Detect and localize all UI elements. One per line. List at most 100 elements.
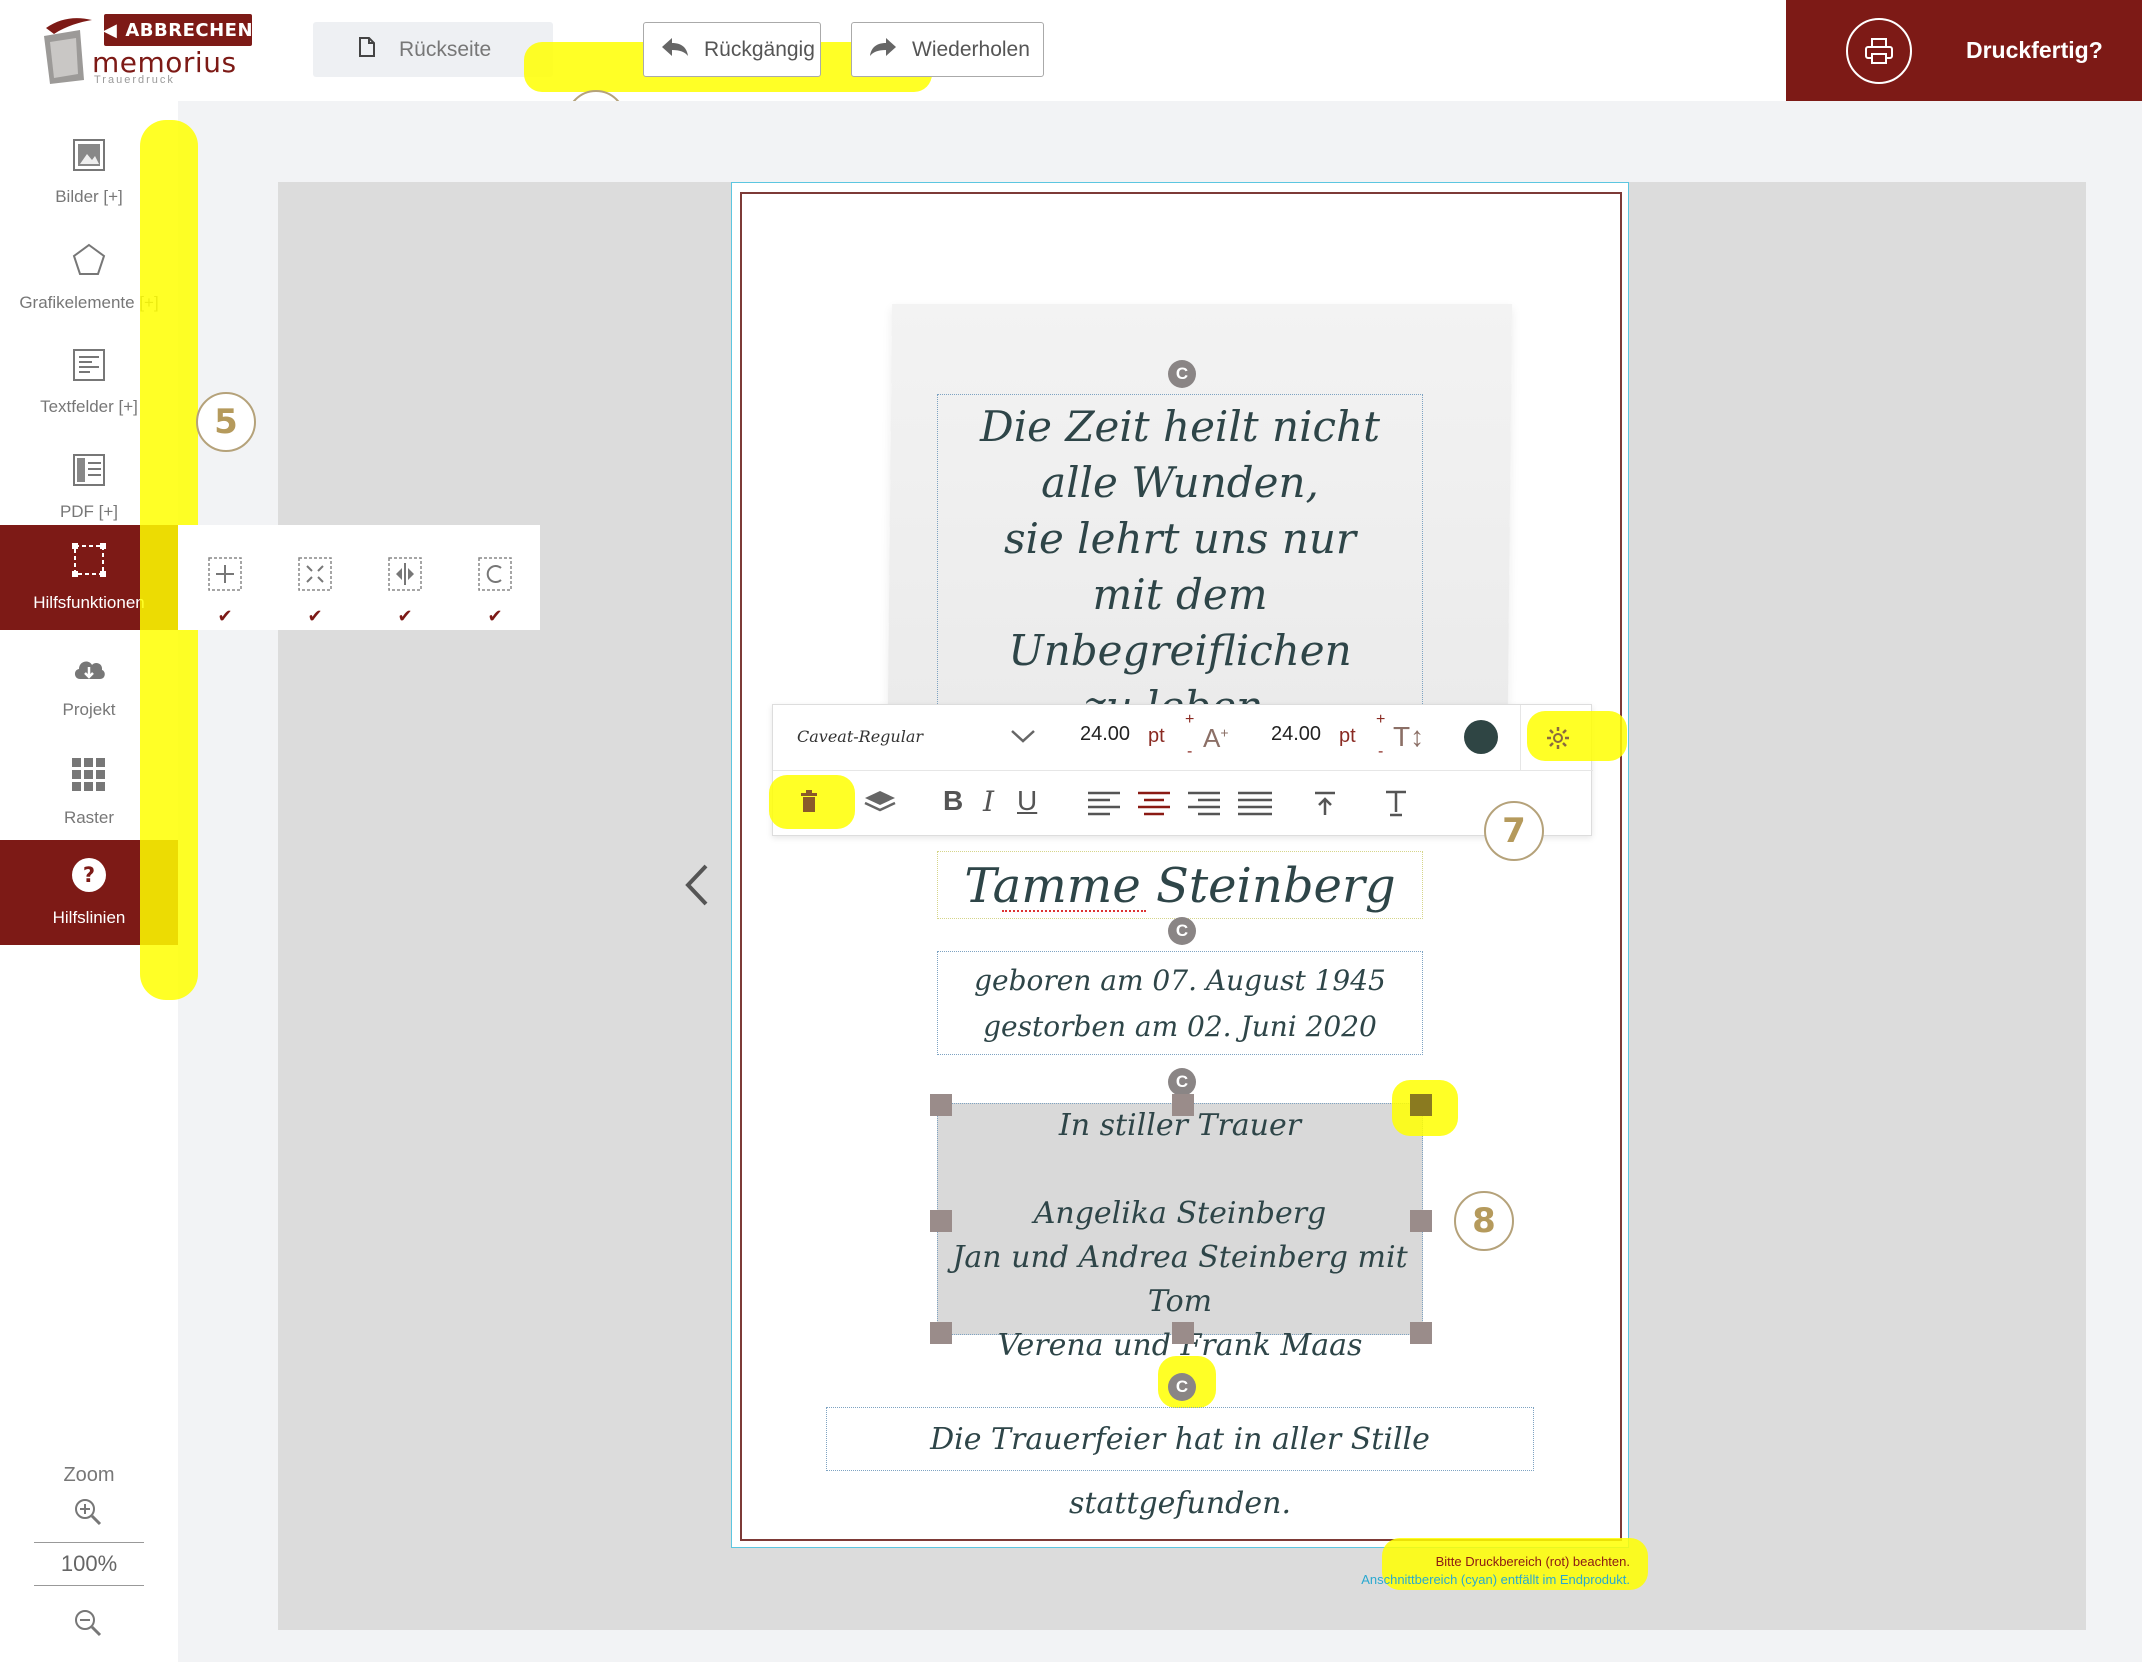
redo-label: Wiederholen xyxy=(912,37,1030,61)
cloud-download-icon xyxy=(71,655,107,690)
font-size-increase[interactable]: + xyxy=(1185,711,1194,729)
check-icon: ✔ xyxy=(487,606,503,626)
highlight-settings xyxy=(1527,711,1627,761)
annotation-badge-7: 7 xyxy=(1484,801,1544,861)
rotate-handle-icon[interactable]: C xyxy=(1168,360,1196,388)
mourners-textbox-selected[interactable]: In stiller Trauer Angelika Steinberg Jan… xyxy=(937,1103,1423,1363)
align-justify-icon[interactable] xyxy=(1238,791,1272,822)
birth-date-line: geboren am 07. August 1945 xyxy=(974,964,1386,997)
bold-button[interactable]: B xyxy=(943,785,963,817)
font-select[interactable]: Caveat-Regular xyxy=(797,727,923,746)
mourners-line: Angelika Steinberg xyxy=(1033,1196,1327,1231)
zoom-out-icon[interactable] xyxy=(73,1608,103,1643)
logo-icon xyxy=(40,14,94,91)
font-size-decrease[interactable]: - xyxy=(1187,743,1192,761)
resize-handle-ml[interactable] xyxy=(930,1210,952,1232)
pdf-layout-icon xyxy=(72,453,106,492)
sidebar-item-label: Bilder [+] xyxy=(55,187,123,206)
line-height-increase[interactable]: + xyxy=(1376,711,1385,729)
gear-icon[interactable] xyxy=(1545,725,1571,756)
redo-icon xyxy=(868,36,898,64)
line-height-unit: pt xyxy=(1339,725,1356,747)
resize-handle-tl[interactable] xyxy=(930,1094,952,1116)
resize-handle-br[interactable] xyxy=(1410,1322,1432,1344)
sidebar-item-label: Hilfslinien xyxy=(52,908,126,927)
move-tool-toggle[interactable]: ✔ xyxy=(205,555,245,626)
spellcheck-underline xyxy=(1002,906,1146,912)
quote-line: sie lehrt uns nur xyxy=(1003,514,1357,563)
font-size-unit: pt xyxy=(1148,725,1165,747)
zoom-in-icon[interactable] xyxy=(73,1497,103,1532)
mourners-line: Jan und Andrea Steinberg mit Tom xyxy=(952,1240,1408,1319)
quote-line: Die Zeit heilt nicht xyxy=(980,402,1380,451)
print-ready-button[interactable]: Druckfertig? xyxy=(1786,0,2142,101)
underline-button[interactable]: U xyxy=(1017,785,1037,817)
rotate-handle-icon[interactable]: C xyxy=(1168,1373,1196,1401)
rotate-handle-icon[interactable]: C xyxy=(1168,1068,1196,1096)
check-icon: ✔ xyxy=(217,606,233,626)
mirror-icon xyxy=(386,555,424,598)
selection-box-icon xyxy=(71,542,107,583)
document-icon xyxy=(359,36,375,63)
print-ready-label: Druckfertig? xyxy=(1966,37,2103,63)
svg-text:?: ? xyxy=(83,863,95,887)
align-right-icon[interactable] xyxy=(1188,791,1220,822)
move-icon xyxy=(206,555,244,598)
bleed-area-notice: Anschnittbereich (cyan) entfällt im Endp… xyxy=(1361,1572,1630,1587)
zoom-label: Zoom xyxy=(63,1464,115,1486)
scale-tool-toggle[interactable]: ✔ xyxy=(295,555,335,626)
redo-button[interactable]: Wiederholen xyxy=(851,22,1044,77)
rotate-icon xyxy=(476,555,514,598)
line-height-decrease[interactable]: - xyxy=(1378,743,1383,761)
previous-page-arrow-icon[interactable] xyxy=(680,862,714,913)
line-height-value[interactable]: 24.00 xyxy=(1271,723,1321,746)
death-date-line: gestorben am 02. Juni 2020 xyxy=(983,1010,1377,1043)
chevron-down-icon[interactable] xyxy=(1009,727,1037,750)
italic-button[interactable]: I xyxy=(983,785,994,818)
text-color-swatch[interactable] xyxy=(1464,720,1498,754)
check-icon: ✔ xyxy=(307,606,323,626)
align-top-icon[interactable] xyxy=(1313,791,1337,822)
image-icon xyxy=(72,138,106,177)
align-left-icon[interactable] xyxy=(1088,791,1120,822)
undo-label: Rückgängig xyxy=(704,37,815,61)
clear-format-icon[interactable] xyxy=(1383,789,1409,822)
logo-subtitle: Trauerdruck xyxy=(94,74,175,86)
font-size-value[interactable]: 24.00 xyxy=(1080,723,1130,746)
annotation-badge-8: 8 xyxy=(1454,1191,1514,1251)
resize-handle-tr[interactable] xyxy=(1410,1094,1432,1116)
rotate-handle-icon[interactable]: C xyxy=(1168,917,1196,945)
ceremony-textbox[interactable]: Die Trauerfeier hat in aller Stille stat… xyxy=(826,1407,1534,1521)
sidebar-item-label: Grafikelemente [+] xyxy=(19,293,159,312)
dates-textbox[interactable]: geboren am 07. August 1945 gestorben am … xyxy=(937,951,1423,1055)
resize-handle-tc[interactable] xyxy=(1172,1094,1194,1116)
align-center-icon[interactable] xyxy=(1138,791,1170,822)
mirror-tool-toggle[interactable]: ✔ xyxy=(385,555,425,626)
quote-line: alle Wunden, xyxy=(1041,458,1319,507)
back-side-button[interactable]: Rückseite xyxy=(313,22,553,77)
trash-icon[interactable] xyxy=(799,789,819,818)
question-icon: ? xyxy=(71,857,107,898)
sidebar-item-label: Textfelder [+] xyxy=(40,397,138,416)
check-icon: ✔ xyxy=(397,606,413,626)
zoom-value: 100% xyxy=(34,1542,144,1586)
arrow-left-icon: ◀ xyxy=(103,19,118,41)
back-side-label: Rückseite xyxy=(399,37,492,61)
toolbar-divider xyxy=(1520,705,1521,771)
line-height-icon: T↕ xyxy=(1393,721,1425,752)
cancel-label: ABBRECHEN xyxy=(125,19,254,41)
text-lines-icon xyxy=(72,348,106,387)
print-area-notice: Bitte Druckbereich (rot) beachten. xyxy=(1435,1554,1630,1569)
grid-icon xyxy=(71,757,107,798)
resize-handle-bc[interactable] xyxy=(1172,1322,1194,1344)
layers-icon[interactable] xyxy=(863,789,897,820)
undo-button[interactable]: Rückgängig xyxy=(643,22,821,77)
sidebar-item-label: Projekt xyxy=(62,700,116,719)
text-format-toolbar: Caveat-Regular 24.00 pt + - A+ 24.00 pt … xyxy=(769,704,1627,836)
quote-line: mit dem Unbegreiflichen xyxy=(1008,570,1352,675)
cancel-button[interactable]: ◀ ABBRECHEN xyxy=(103,14,254,46)
resize-handle-mr[interactable] xyxy=(1410,1210,1432,1232)
quote-textbox[interactable]: Die Zeit heilt nicht alle Wunden, sie le… xyxy=(937,394,1423,731)
resize-handle-bl[interactable] xyxy=(930,1322,952,1344)
rotate-tool-toggle[interactable]: ✔ xyxy=(475,555,515,626)
